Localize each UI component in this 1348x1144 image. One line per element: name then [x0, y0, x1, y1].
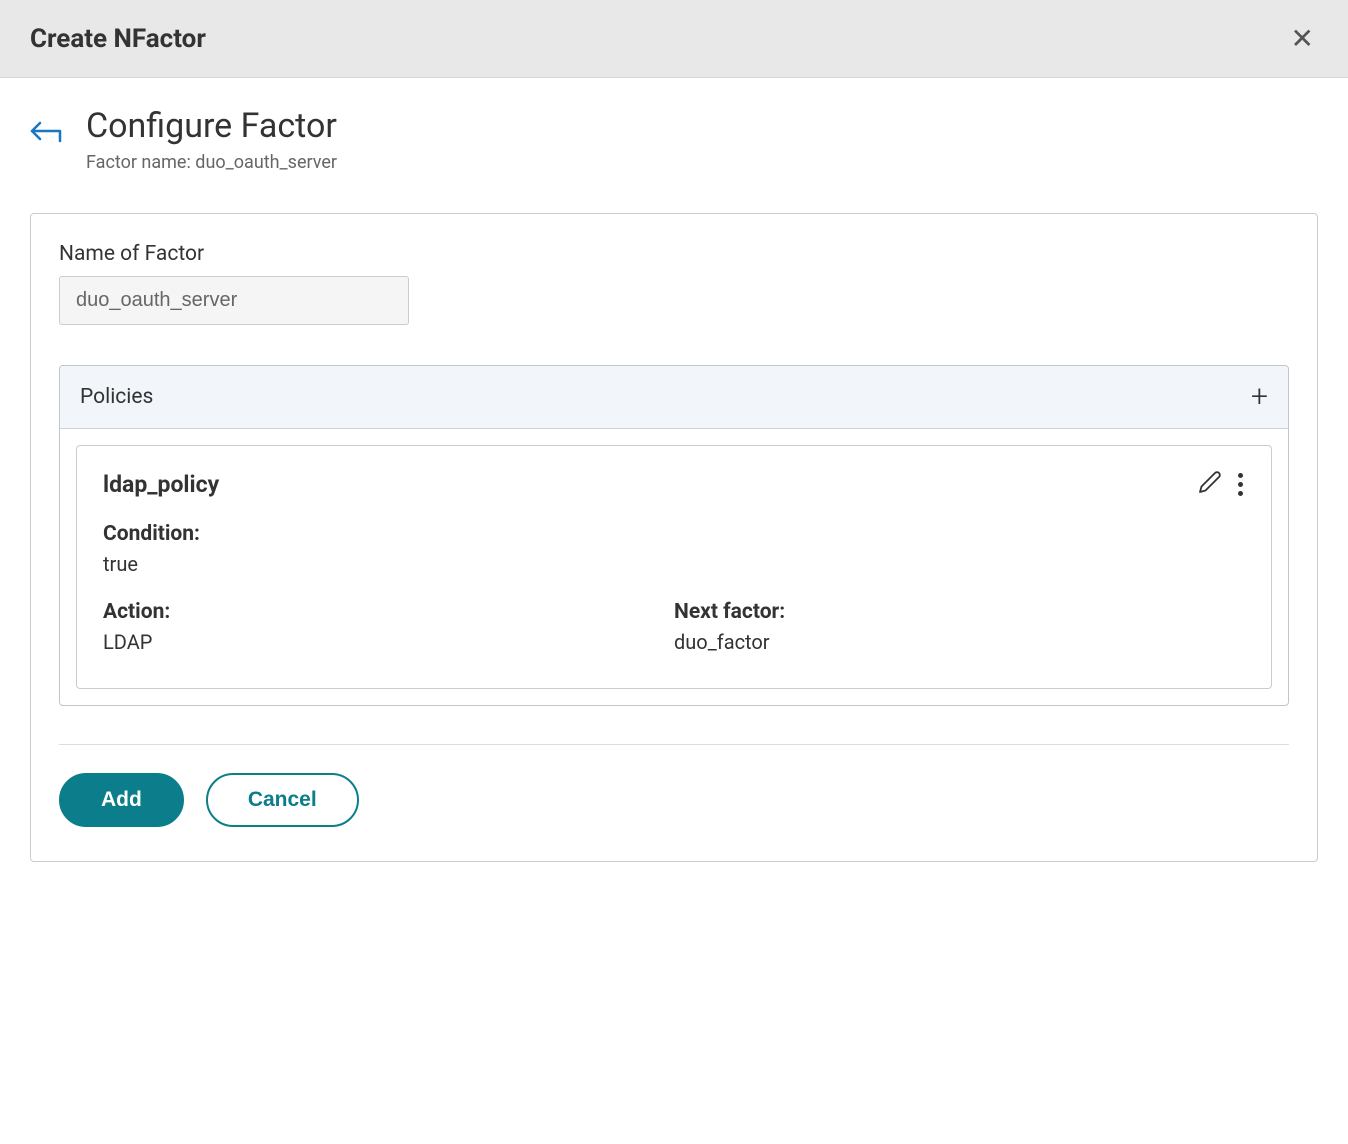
title-bar: Create NFactor ✕ [0, 0, 1348, 78]
subtitle-prefix: Factor name: [86, 152, 195, 173]
edit-icon[interactable] [1198, 470, 1222, 498]
policy-name: ldap_policy [103, 471, 219, 498]
page-header-text: Configure Factor Factor name: duo_oauth_… [86, 106, 337, 173]
content-card: Name of Factor Policies + ldap_policy [30, 213, 1318, 862]
more-icon[interactable] [1236, 471, 1245, 498]
policy-action-row: Action: LDAP Next factor: duo_factor [103, 600, 1245, 654]
policy-action-field: Action: LDAP [103, 600, 674, 654]
cancel-button[interactable]: Cancel [206, 773, 359, 827]
condition-label: Condition: [103, 522, 1245, 546]
condition-value: true [103, 552, 1245, 576]
divider [59, 744, 1289, 745]
policies-header: Policies + [60, 366, 1288, 429]
add-policy-icon[interactable]: + [1251, 382, 1268, 412]
page-title: Configure Factor [86, 106, 337, 146]
page-header: Configure Factor Factor name: duo_oauth_… [0, 78, 1348, 183]
page-subtitle: Factor name: duo_oauth_server [86, 152, 337, 173]
policy-card-header: ldap_policy [103, 470, 1245, 498]
name-of-factor-input[interactable] [59, 276, 409, 325]
name-of-factor-label: Name of Factor [59, 242, 1289, 266]
policy-card: ldap_policy Condition: [76, 445, 1272, 689]
action-value: LDAP [103, 630, 674, 654]
nextfactor-label: Next factor: [674, 600, 1245, 624]
close-icon[interactable]: ✕ [1287, 22, 1318, 55]
policy-condition-row: Condition: true [103, 522, 1245, 576]
back-arrow-icon[interactable] [30, 106, 66, 150]
policy-nextfactor-field: Next factor: duo_factor [674, 600, 1245, 654]
action-label: Action: [103, 600, 674, 624]
policy-condition-field: Condition: true [103, 522, 1245, 576]
policies-body: ldap_policy Condition: [60, 429, 1288, 705]
subtitle-value: duo_oauth_server [195, 152, 337, 173]
policies-title: Policies [80, 385, 153, 409]
add-button[interactable]: Add [59, 773, 184, 827]
policies-section: Policies + ldap_policy [59, 365, 1289, 706]
nextfactor-value: duo_factor [674, 630, 1245, 654]
button-row: Add Cancel [59, 773, 1289, 827]
dialog-title: Create NFactor [30, 24, 206, 54]
policy-actions [1198, 470, 1245, 498]
